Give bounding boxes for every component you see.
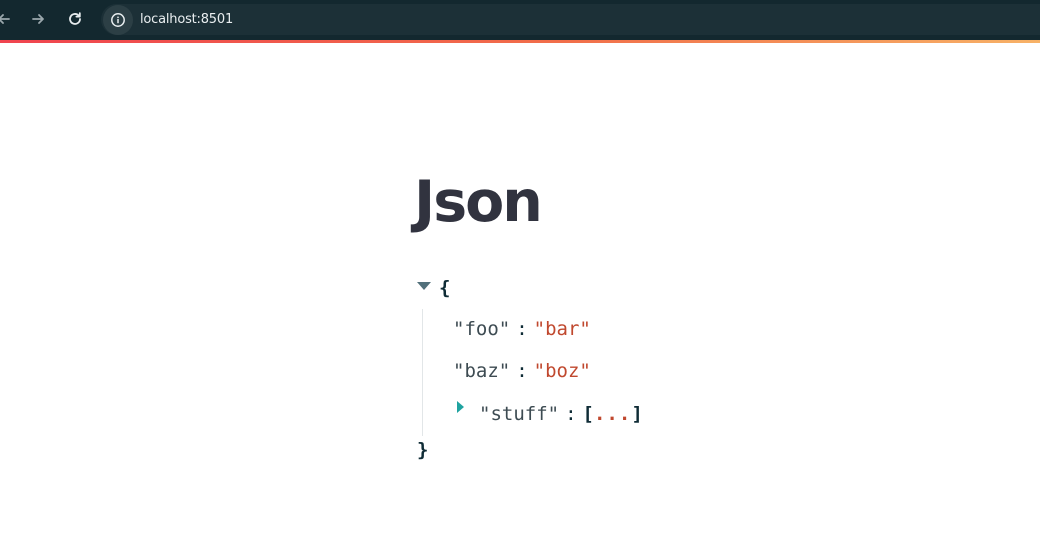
- forward-button[interactable]: [26, 7, 50, 31]
- loading-accent-bar: [0, 40, 1040, 43]
- page-title: Json: [414, 169, 543, 235]
- collapse-root-toggle-icon[interactable]: [417, 282, 431, 290]
- json-string-value: "bar": [533, 318, 591, 340]
- json-key: "stuff": [479, 403, 560, 425]
- json-key: "baz": [453, 360, 511, 382]
- expand-stuff-toggle-icon[interactable]: [457, 401, 464, 413]
- json-colon: :: [516, 318, 528, 340]
- json-entry-baz: "baz": "boz": [453, 362, 591, 381]
- app-page: [0, 46, 1040, 547]
- json-key: "foo": [453, 318, 511, 340]
- url-text[interactable]: localhost:8501: [140, 12, 233, 27]
- json-open-brace: {: [439, 277, 451, 299]
- info-circle-icon[interactable]: [103, 4, 133, 35]
- json-colon: :: [516, 360, 528, 382]
- json-close-brace: }: [417, 439, 429, 461]
- json-entry-stuff[interactable]: "stuff": [...]: [479, 405, 643, 424]
- arrow-left-icon: [0, 11, 12, 27]
- arrow-right-icon: [30, 11, 46, 27]
- reload-icon: [67, 11, 83, 27]
- reload-button[interactable]: [63, 7, 87, 31]
- json-colon: :: [565, 403, 577, 425]
- json-close-bracket: ]: [631, 403, 643, 425]
- browser-toolbar: localhost:8501: [0, 0, 1040, 43]
- address-bar[interactable]: localhost:8501: [101, 4, 1040, 35]
- json-string-value: "boz": [533, 360, 591, 382]
- collapsed-ellipsis[interactable]: ...: [594, 403, 631, 425]
- back-button[interactable]: [0, 7, 16, 31]
- indent-guide: [422, 309, 423, 436]
- json-entry-foo: "foo": "bar": [453, 320, 591, 339]
- json-open-bracket: [: [582, 403, 594, 425]
